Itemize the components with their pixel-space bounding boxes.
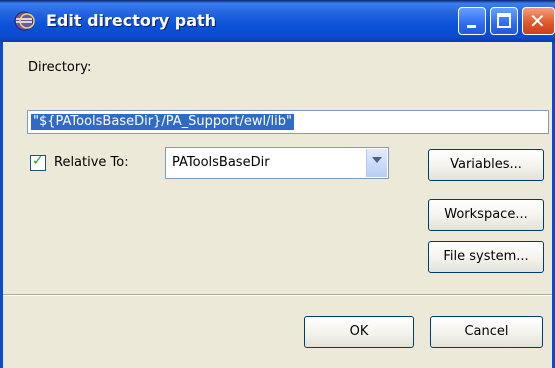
minimize-icon bbox=[467, 25, 476, 28]
relative-to-value: PAToolsBaseDir bbox=[172, 155, 270, 170]
window-title: Edit directory path bbox=[46, 11, 217, 30]
relative-to-label: Relative To: bbox=[54, 155, 129, 170]
relative-to-checkbox[interactable]: ✓ bbox=[30, 153, 46, 171]
file-system-button[interactable]: File system... bbox=[428, 241, 544, 273]
chevron-down-icon bbox=[372, 157, 382, 163]
maximize-icon bbox=[497, 13, 511, 28]
ok-button[interactable]: OK bbox=[304, 316, 414, 348]
variables-button[interactable]: Variables... bbox=[428, 149, 544, 181]
separator bbox=[3, 294, 552, 296]
relative-to-select[interactable]: PAToolsBaseDir bbox=[165, 147, 389, 179]
cancel-button[interactable]: Cancel bbox=[430, 316, 543, 348]
edit-directory-dialog: Edit directory path ✕ Directory: "${PATo… bbox=[0, 0, 555, 368]
minimize-button[interactable] bbox=[458, 7, 486, 35]
directory-label: Directory: bbox=[28, 60, 92, 75]
close-button[interactable]: ✕ bbox=[522, 7, 555, 35]
checkmark-icon: ✓ bbox=[32, 153, 44, 169]
eclipse-icon bbox=[14, 11, 35, 31]
maximize-button[interactable] bbox=[490, 7, 518, 35]
workspace-button[interactable]: Workspace... bbox=[428, 199, 544, 231]
close-icon: ✕ bbox=[529, 9, 546, 33]
dropdown-button[interactable] bbox=[366, 149, 387, 177]
window-border-left bbox=[0, 42, 3, 368]
directory-input[interactable]: "${PAToolsBaseDir}/PA_Support/ewl/lib" bbox=[27, 110, 549, 134]
title-bar[interactable]: Edit directory path ✕ bbox=[0, 0, 555, 42]
directory-value: "${PAToolsBaseDir}/PA_Support/ewl/lib" bbox=[31, 114, 294, 130]
